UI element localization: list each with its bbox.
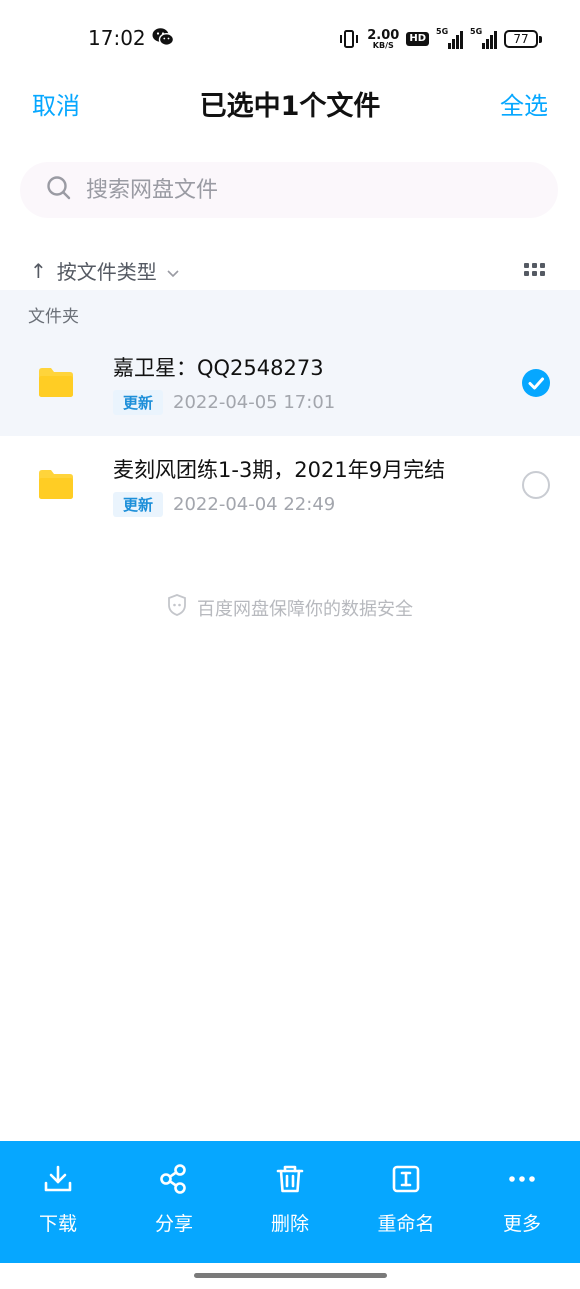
delete-label: 删除 — [270, 1213, 309, 1235]
sort-arrow-icon: ↑ — [30, 258, 47, 283]
bottom-toolbar: 下载 分享 删除 重命名 更多 — [0, 1141, 580, 1263]
shield-icon — [167, 594, 197, 621]
home-indicator[interactable] — [194, 1273, 387, 1278]
sort-label: 按文件类型 — [56, 260, 157, 284]
status-icons: 2.00 KB/S HD 5G 5G 77 — [338, 24, 542, 54]
selected-checkbox[interactable] — [522, 369, 550, 397]
unselected-checkbox[interactable] — [522, 471, 550, 499]
file-row[interactable]: 麦刻风团练1-3期，2021年9月完结 更新 2022-04-04 22:49 — [0, 436, 580, 538]
folder-icon — [38, 366, 74, 402]
grid-view-icon[interactable] — [524, 260, 546, 278]
rename-icon — [388, 1161, 424, 1197]
sort-by-type-button[interactable]: ↑ 按文件类型 — [30, 256, 179, 285]
file-meta: 更新 2022-04-05 17:01 — [113, 390, 335, 415]
network-speed-unit: KB/S — [372, 40, 394, 50]
search-icon — [46, 175, 72, 205]
more-button[interactable]: 更多 — [464, 1141, 580, 1263]
file-meta: 更新 2022-04-04 22:49 — [113, 492, 335, 517]
trash-icon — [272, 1161, 308, 1197]
download-icon — [40, 1161, 76, 1197]
file-row[interactable]: 嘉卫星：QQ2548273 更新 2022-04-05 17:01 — [0, 334, 580, 436]
update-badge: 更新 — [113, 492, 164, 517]
folder-icon — [38, 468, 74, 504]
share-label: 分享 — [154, 1213, 193, 1235]
download-label: 下载 — [38, 1213, 77, 1235]
rename-label: 重命名 — [377, 1213, 435, 1235]
battery-icon: 77 — [504, 30, 542, 48]
section-label-folders: 文件夹 — [28, 307, 79, 327]
network-speed: 2.00 KB/S — [367, 29, 399, 50]
search-bar[interactable] — [20, 162, 558, 218]
status-time: 17:02 — [88, 26, 146, 50]
status-bar: 17:02 2.00 KB/S HD 5G 5G 77 — [0, 0, 580, 78]
sim1-signal-icon: 5G — [436, 27, 463, 49]
page-title: 已选中1个文件 — [199, 91, 381, 122]
delete-button[interactable]: 删除 — [232, 1141, 348, 1263]
vibrate-icon — [338, 29, 360, 49]
download-button[interactable]: 下载 — [0, 1141, 116, 1263]
battery-level: 77 — [504, 30, 538, 48]
share-button[interactable]: 分享 — [116, 1141, 232, 1263]
select-all-button[interactable]: 全选 — [500, 86, 548, 121]
sort-row: ↑ 按文件类型 — [0, 248, 580, 290]
security-notice-text: 百度网盘保障你的数据安全 — [197, 598, 413, 620]
file-date: 2022-04-04 22:49 — [173, 494, 336, 515]
selection-header: 取消 已选中1个文件 全选 — [0, 78, 580, 128]
sim2-label: 5G — [470, 27, 483, 36]
wechat-icon — [152, 27, 175, 51]
file-name: 麦刻风团练1-3期，2021年9月完结 — [113, 458, 446, 482]
screen: 17:02 2.00 KB/S HD 5G 5G 77 取消 已选中1个文件 全… — [0, 0, 580, 1289]
network-speed-value: 2.00 — [367, 27, 400, 43]
search-input[interactable] — [86, 177, 506, 203]
update-badge: 更新 — [113, 390, 164, 415]
sim1-label: 5G — [436, 27, 449, 36]
chevron-down-icon — [167, 259, 179, 283]
more-label: 更多 — [502, 1213, 541, 1235]
file-name: 嘉卫星：QQ2548273 — [113, 356, 324, 380]
share-icon — [156, 1161, 192, 1197]
more-icon — [504, 1161, 540, 1197]
hd-voice-icon: HD — [406, 32, 429, 46]
rename-button[interactable]: 重命名 — [348, 1141, 464, 1263]
file-date: 2022-04-05 17:01 — [173, 392, 336, 413]
security-notice: 百度网盘保障你的数据安全 — [0, 594, 580, 621]
sim2-signal-icon: 5G — [470, 27, 497, 49]
